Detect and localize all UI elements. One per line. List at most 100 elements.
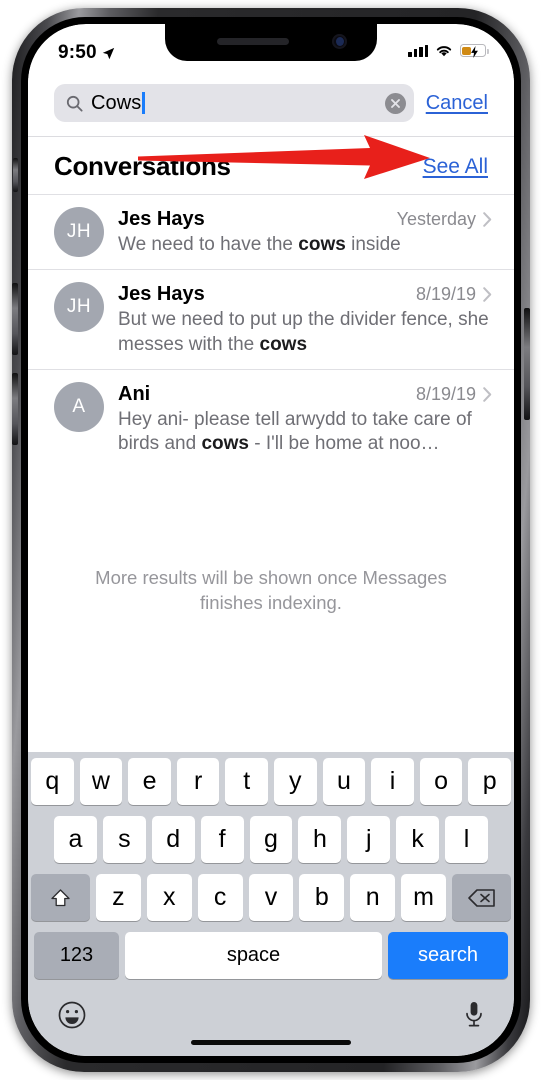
message-date: 8/19/19 (415, 383, 476, 404)
table-row[interactable]: JH Jes Hays Yesterday We need to have th… (28, 194, 514, 269)
backspace-glyph-icon (467, 888, 495, 907)
page-title: Conversations (54, 151, 231, 181)
result-body: Ani 8/19/19 Hey ani- please tell arwydd … (118, 382, 492, 457)
result-header: Jes Hays Yesterday (118, 208, 492, 231)
key-u[interactable]: u (322, 758, 366, 805)
key-k[interactable]: k (396, 816, 440, 863)
space-key[interactable]: space (125, 932, 382, 979)
keyboard-bottom-bar (31, 990, 511, 1056)
phone-screen: 9:50 Cows Cancel Conversations See All J… (28, 24, 514, 1056)
chevron-right-icon (483, 212, 492, 227)
mute-switch-button[interactable] (13, 158, 18, 192)
result-body: Jes Hays Yesterday We need to have the c… (118, 207, 492, 257)
key-j[interactable]: j (347, 816, 391, 863)
status-bar: 9:50 (28, 24, 514, 78)
key-d[interactable]: d (151, 816, 195, 863)
search-bar: Cows Cancel (28, 78, 514, 136)
conversations-section-header: Conversations See All (28, 135, 514, 194)
screenshot-stage: 9:50 Cows Cancel Conversations See All J… (0, 0, 542, 1080)
contact-name: Jes Hays (118, 208, 205, 230)
key-v[interactable]: v (248, 874, 294, 921)
avatar: JH (54, 207, 104, 257)
table-row[interactable]: A Ani 8/19/19 Hey ani- please tell arwyd… (28, 368, 514, 469)
shift-glyph-icon (51, 888, 70, 906)
cellular-signal-icon (408, 44, 428, 57)
key-x[interactable]: x (146, 874, 192, 921)
key-z[interactable]: z (96, 874, 141, 921)
location-arrow-icon (102, 47, 115, 59)
home-indicator-bar[interactable] (191, 1040, 351, 1045)
key-l[interactable]: l (445, 816, 489, 863)
key-f[interactable]: f (200, 816, 244, 863)
status-time-group: 9:50 (58, 42, 115, 64)
key-t[interactable]: t (225, 758, 268, 805)
snippet-post: inside (345, 234, 401, 255)
key-q[interactable]: q (31, 758, 74, 805)
iphone-device-frame: 9:50 Cows Cancel Conversations See All J… (12, 8, 530, 1072)
key-w[interactable]: w (79, 758, 123, 805)
device-bezel: 9:50 Cows Cancel Conversations See All J… (28, 24, 514, 1056)
chevron-right-icon (483, 387, 492, 402)
side-power-button[interactable] (524, 308, 530, 420)
shift-arrow-icon[interactable] (31, 874, 90, 921)
key-s[interactable]: s (102, 816, 146, 863)
text-caret (142, 92, 145, 114)
search-return-key[interactable]: search (388, 932, 508, 979)
result-header: Ani 8/19/19 (118, 383, 492, 406)
indexing-note: More results will be shown once Messages… (95, 566, 447, 614)
contact-name: Jes Hays (118, 283, 205, 306)
avatar: A (54, 381, 104, 432)
key-o[interactable]: o (419, 758, 463, 805)
key-a[interactable]: a (54, 816, 97, 863)
volume-down-button[interactable] (12, 373, 18, 445)
search-query-value: Cows (91, 91, 142, 114)
snippet-match: cows (201, 433, 249, 455)
see-all-button[interactable]: See All (423, 155, 488, 179)
key-r[interactable]: r (176, 758, 220, 805)
wifi-icon (436, 46, 452, 57)
key-i[interactable]: i (371, 758, 414, 805)
snippet-match: cows (298, 234, 346, 255)
key-h[interactable]: h (298, 816, 342, 863)
clear-circle-icon[interactable] (384, 92, 406, 114)
message-date: 8/19/19 (415, 284, 476, 305)
contact-name: Ani (118, 382, 151, 405)
key-n[interactable]: n (350, 874, 396, 921)
key-b[interactable]: b (299, 874, 345, 921)
key-y[interactable]: y (274, 758, 317, 805)
volume-up-button[interactable] (12, 283, 18, 355)
numbers-key[interactable]: 123 (34, 932, 119, 979)
table-row[interactable]: JH Jes Hays 8/19/19 But we need to put u… (28, 269, 514, 369)
key-e[interactable]: e (128, 758, 171, 805)
result-header: Jes Hays 8/19/19 (118, 283, 492, 306)
microphone-icon[interactable] (463, 1000, 485, 1030)
close-x-icon (390, 98, 400, 108)
avatar: JH (54, 282, 104, 333)
status-indicators (408, 42, 489, 58)
onscreen-keyboard: q w e r t y u i o p a s d f g h j k l z … (28, 752, 514, 1056)
search-query-text: Cows (91, 92, 377, 115)
key-m[interactable]: m (401, 874, 447, 921)
key-p[interactable]: p (468, 758, 511, 805)
keyboard-row-3: z x c v b n m (31, 874, 512, 921)
message-date: Yesterday (396, 209, 476, 229)
key-g[interactable]: g (249, 816, 293, 863)
search-icon (66, 95, 83, 112)
status-clock: 9:50 (58, 42, 97, 63)
message-snippet: We need to have the cows inside (118, 233, 492, 257)
backspace-delete-icon[interactable] (452, 874, 512, 921)
message-snippet: But we need to put up the divider fence,… (118, 308, 492, 357)
snippet-post: - I'll be home at noo… (248, 433, 440, 455)
keyboard-row-2: a s d f g h j k l (31, 816, 511, 863)
keyboard-row-4: 123 space search (31, 932, 511, 979)
result-meta: 8/19/19 (416, 384, 492, 405)
snippet-match: cows (259, 333, 308, 355)
emoji-smiley-icon[interactable] (57, 1000, 87, 1030)
battery-charging-icon (460, 44, 489, 58)
cancel-button[interactable]: Cancel (426, 92, 488, 115)
search-input[interactable]: Cows (54, 84, 414, 122)
search-results-list: Conversations See All JH Jes Hays Yester… (28, 135, 514, 616)
key-c[interactable]: c (197, 874, 243, 921)
result-body: Jes Hays 8/19/19 But we need to put up t… (118, 282, 492, 357)
snippet-pre: We need to have the (118, 234, 299, 255)
